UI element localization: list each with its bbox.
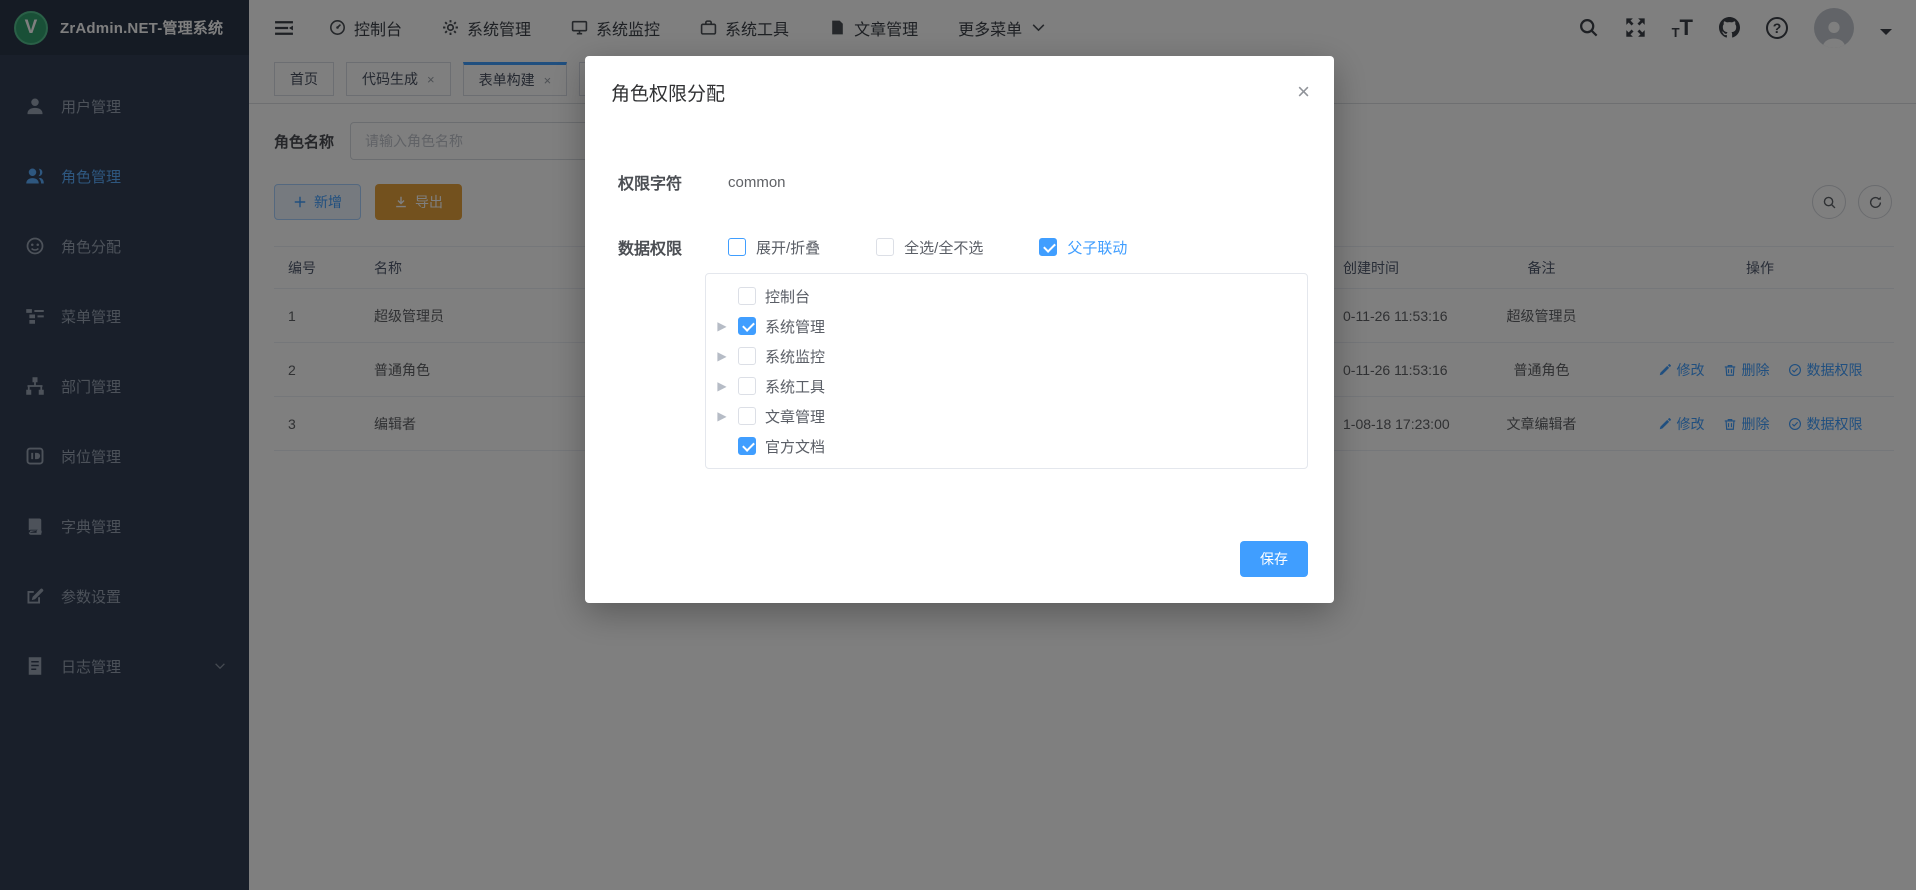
tree-node-system-tools[interactable]: ▶ 系统工具 <box>706 371 1307 401</box>
role-permission-dialog: 角色权限分配 × 权限字符 common 数据权限 展开/折叠 全选/全不选 父… <box>585 56 1334 603</box>
checkbox-icon[interactable] <box>738 347 756 365</box>
permission-tree: ▶ 控制台 ▶ 系统管理 ▶ 系统监控 ▶ 系统工具 ▶ <box>705 273 1308 469</box>
caret-right-icon[interactable]: ▶ <box>715 349 729 363</box>
perm-char-value: common <box>728 174 786 191</box>
option-expand-collapse[interactable]: 展开/折叠 <box>728 237 820 258</box>
save-button[interactable]: 保存 <box>1240 541 1308 577</box>
option-select-all[interactable]: 全选/全不选 <box>876 237 983 258</box>
option-label: 展开/折叠 <box>756 237 820 258</box>
option-label: 父子联动 <box>1067 237 1127 258</box>
dialog-body: 权限字符 common 数据权限 展开/折叠 全选/全不选 父子联动 <box>585 170 1334 469</box>
checkbox-icon[interactable] <box>728 238 746 256</box>
close-icon[interactable]: × <box>1297 82 1310 102</box>
caret-right-icon[interactable]: ▶ <box>715 409 729 423</box>
tree-node-console[interactable]: ▶ 控制台 <box>706 281 1307 311</box>
checkbox-icon[interactable] <box>876 238 894 256</box>
tree-node-label: 系统管理 <box>765 316 825 337</box>
checkbox-icon[interactable] <box>1039 238 1057 256</box>
option-parent-child-link[interactable]: 父子联动 <box>1039 237 1127 258</box>
checkbox-icon[interactable] <box>738 287 756 305</box>
tree-node-label: 文章管理 <box>765 406 825 427</box>
checkbox-icon[interactable] <box>738 317 756 335</box>
data-perm-label: 数据权限 <box>618 235 714 259</box>
checkbox-icon[interactable] <box>738 377 756 395</box>
tree-node-system-monitor[interactable]: ▶ 系统监控 <box>706 341 1307 371</box>
tree-node-system-mgmt[interactable]: ▶ 系统管理 <box>706 311 1307 341</box>
caret-right-icon[interactable]: ▶ <box>715 319 729 333</box>
perm-char-label: 权限字符 <box>618 170 714 194</box>
dialog-header: 角色权限分配 × <box>585 56 1334 108</box>
tree-node-article-mgmt[interactable]: ▶ 文章管理 <box>706 401 1307 431</box>
tree-node-label: 系统工具 <box>765 376 825 397</box>
caret-right-icon[interactable]: ▶ <box>715 379 729 393</box>
dialog-title: 角色权限分配 <box>611 82 725 108</box>
data-perm-row: 数据权限 展开/折叠 全选/全不选 父子联动 <box>618 235 1308 259</box>
tree-node-label: 控制台 <box>765 286 810 307</box>
tree-node-label: 官方文档 <box>765 436 825 457</box>
tree-node-official-docs[interactable]: ▶ 官方文档 <box>706 431 1307 461</box>
tree-node-label: 系统监控 <box>765 346 825 367</box>
checkbox-icon[interactable] <box>738 437 756 455</box>
option-label: 全选/全不选 <box>904 237 983 258</box>
perm-char-row: 权限字符 common <box>618 170 1308 194</box>
tree-option-group: 展开/折叠 全选/全不选 父子联动 <box>728 237 1127 258</box>
checkbox-icon[interactable] <box>738 407 756 425</box>
